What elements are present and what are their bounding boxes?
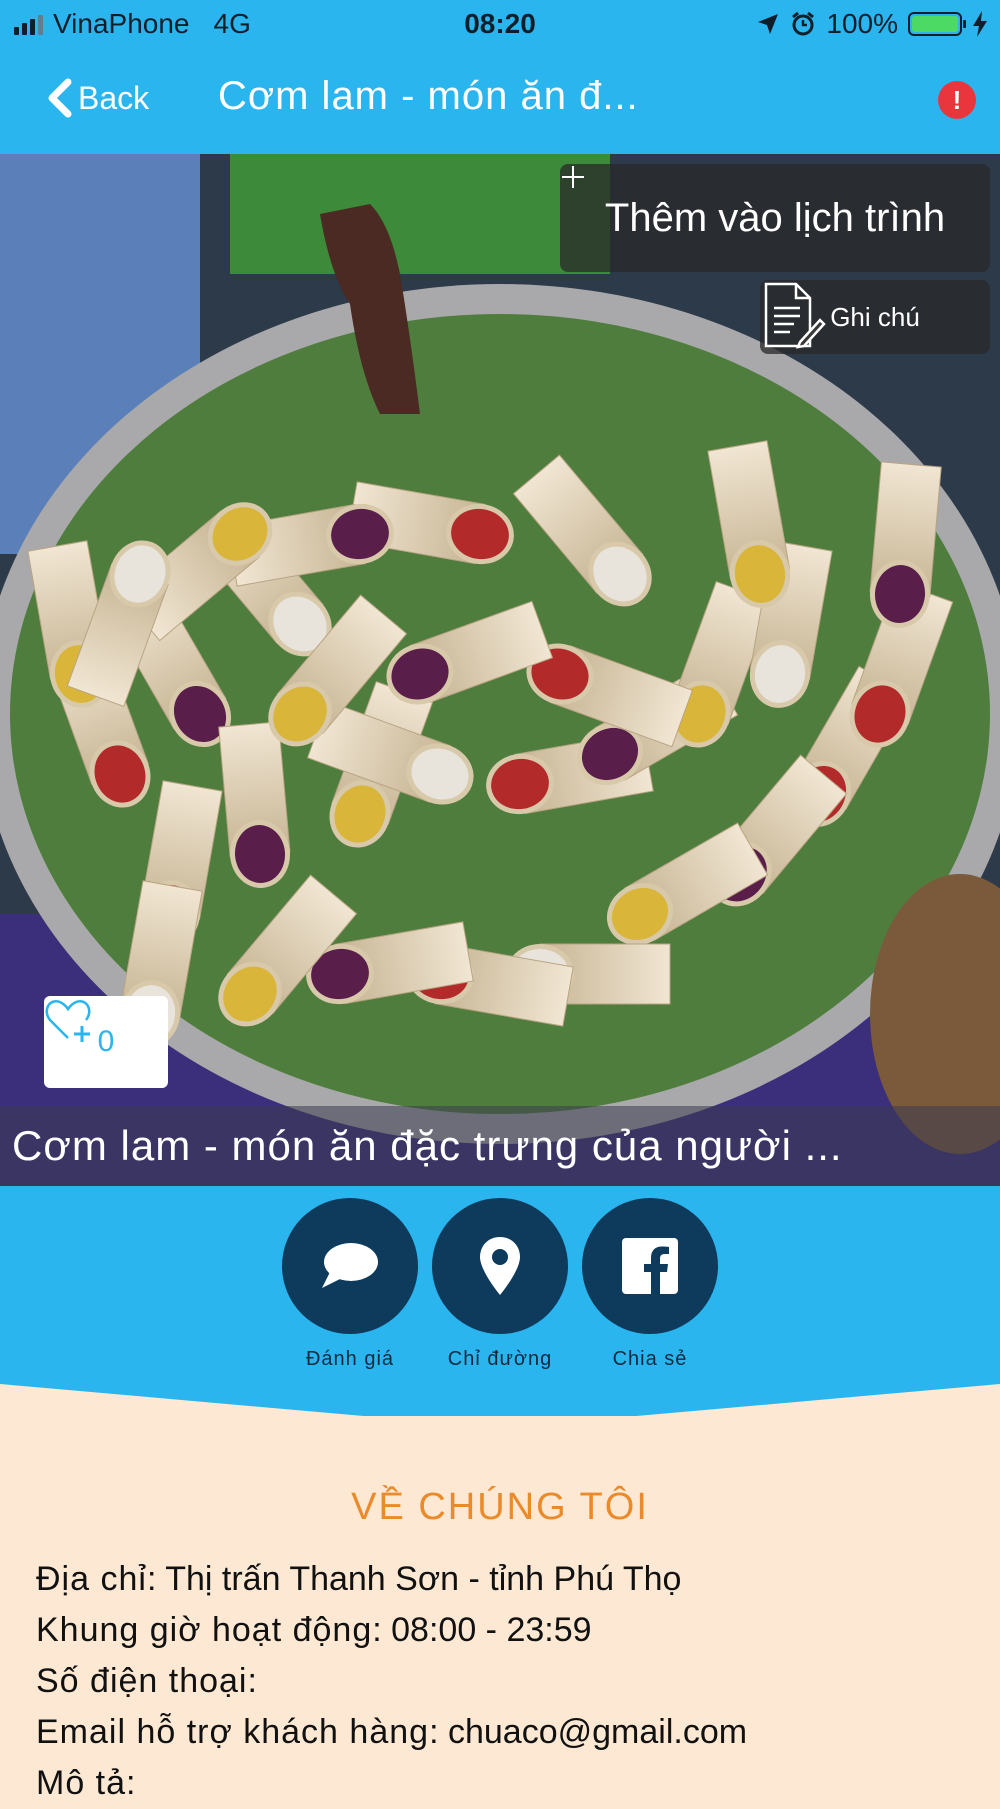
review-circle [282,1198,418,1334]
photo-caption: Cơm lam - món ăn đặc trưng của người ... [0,1106,1000,1186]
hero-image: Thêm vào lịch trình Ghi chú 0 Cơm lam - … [0,154,1000,1186]
directions-label: Chỉ đường [447,1348,553,1370]
location-arrow-icon [758,14,779,34]
like-count: 0 [97,1025,115,1058]
directions-circle [432,1198,568,1334]
battery-percent: 100% [826,8,898,39]
share-button[interactable]: Chia sẻ [582,1198,718,1371]
email-key: Email hỗ trợ khách hàng [36,1713,430,1751]
email-value[interactable]: chuaco@gmail.com [448,1713,747,1751]
note-label: Ghi chú [830,301,920,332]
back-label: Back [78,79,150,116]
about-heading: VỀ CHÚNG TÔI [351,1486,649,1528]
facebook-icon [622,1238,678,1294]
hours-key: Khung giờ hoạt động [36,1611,373,1649]
email-row: Email hỗ trợ khách hàng: chuaco@gmail.co… [36,1713,748,1751]
address-key: Địa chỉ [36,1560,147,1598]
address-value: Thị trấn Thanh Sơn - tỉnh Phú Thọ [165,1560,682,1598]
heart-plus-icon [45,999,91,1042]
address-row: Địa chỉ: Thị trấn Thanh Sơn - tỉnh Phú T… [36,1560,682,1598]
charging-bolt-icon [973,11,987,37]
note-document-icon [764,282,826,349]
phone-key: Số điện thoại [36,1662,248,1700]
action-bar: Đánh giá Chỉ đường Chia sẻ [0,1186,1000,1416]
info-list: Địa chỉ: Thị trấn Thanh Sơn - tỉnh Phú T… [36,1554,747,1809]
review-button[interactable]: Đánh giá [282,1198,418,1371]
add-to-itinerary-label: Thêm vào lịch trình [604,195,946,240]
like-button[interactable]: 0 [44,996,168,1088]
navigation-bar: Back Cơm lam - món ăn đ... ! [0,48,1000,154]
chat-bubble-icon [322,1243,378,1288]
alarm-icon [792,11,815,36]
battery-icon [908,12,966,36]
status-bar: VinaPhone 4G 08:20 100% [0,0,1000,48]
description-key: Mô tả [36,1764,127,1802]
add-to-itinerary-button[interactable]: Thêm vào lịch trình [560,164,990,272]
note-button[interactable]: Ghi chú [760,280,990,354]
review-label: Đánh giá [305,1348,395,1370]
share-circle [582,1198,718,1334]
hours-value: 08:00 - 23:59 [391,1611,592,1649]
page-title: Cơm lam - món ăn đ... [218,74,639,118]
description-row: Mô tả: [36,1764,136,1802]
hours-row: Khung giờ hoạt động: 08:00 - 23:59 [36,1611,592,1649]
report-button[interactable]: ! [938,81,976,119]
back-button[interactable]: Back [44,78,149,118]
about-section: VỀ CHÚNG TÔI Địa chỉ: Thị trấn Thanh Sơn… [0,1416,1000,1802]
share-label: Chia sẻ [612,1348,688,1370]
status-right: 100% [756,8,988,40]
phone-row: Số điện thoại: [36,1662,257,1700]
directions-button[interactable]: Chỉ đường [432,1198,568,1371]
map-pin-icon [480,1237,520,1295]
plus-icon [562,166,584,188]
chevron-left-icon [48,78,72,118]
